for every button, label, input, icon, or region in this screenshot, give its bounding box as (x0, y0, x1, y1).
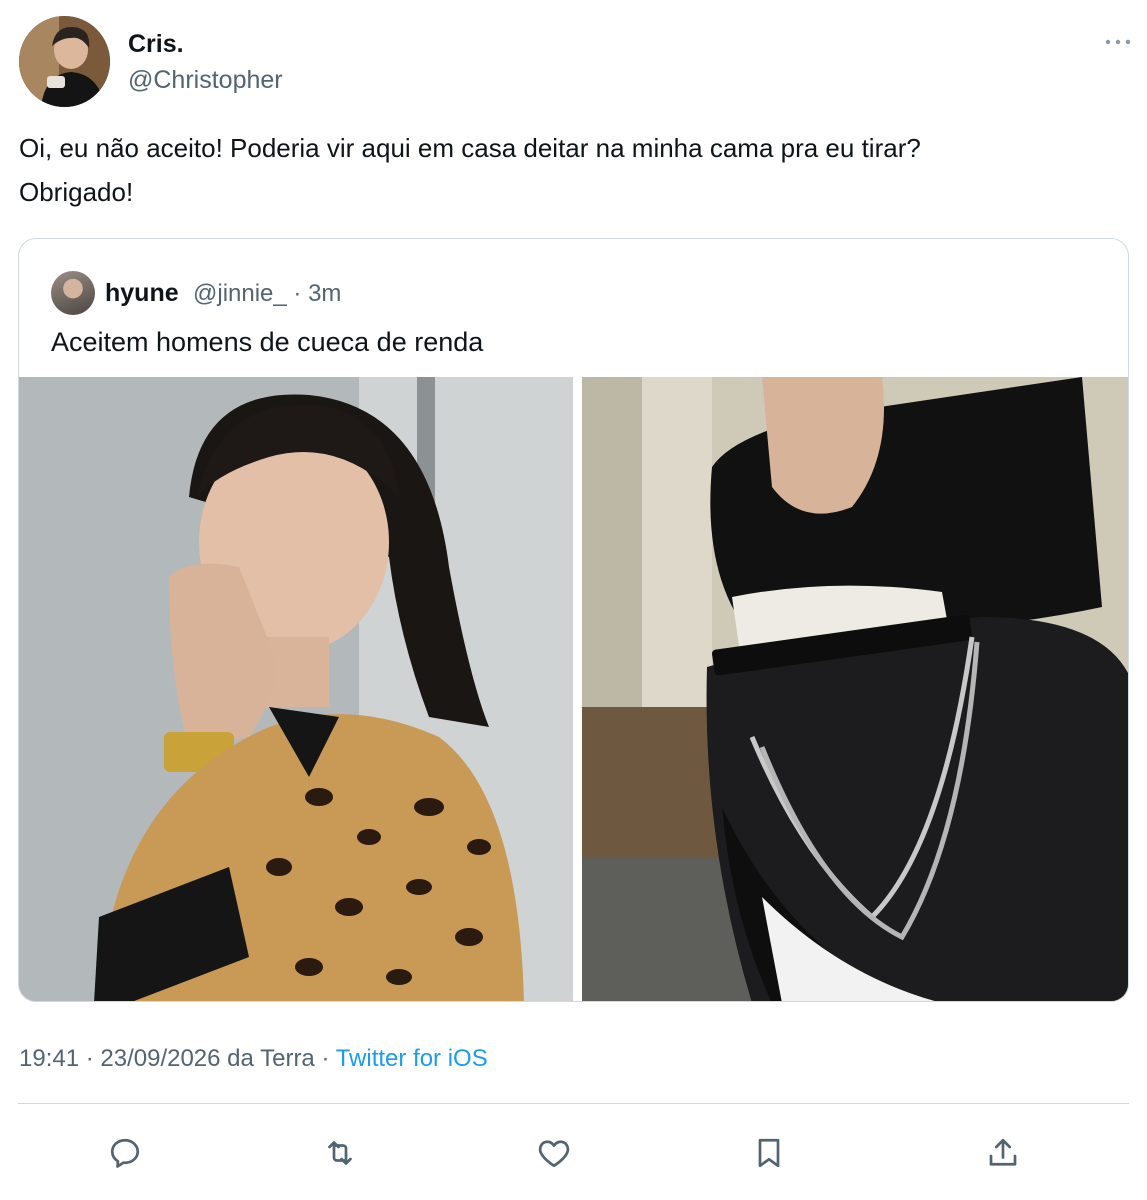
quoted-media-image-2[interactable] (582, 377, 1128, 1001)
tweet-meta: 19:41 · 23/09/2026 da Terra · Twitter fo… (19, 1045, 488, 1073)
quoted-tweet-text: Aceitem homens de cueca de renda (51, 327, 484, 357)
tweet-text-line-2: Obrigado! (19, 177, 134, 207)
reply-icon (110, 1138, 140, 1168)
author-avatar[interactable] (19, 16, 110, 107)
tweet-text-line-1: Oi, eu não aceito! Poderia vir aqui em c… (19, 133, 921, 163)
share-icon (989, 1138, 1017, 1166)
more-horizontal-icon[interactable] (1103, 32, 1133, 52)
divider (18, 1103, 1129, 1104)
tweet-text: Oi, eu não aceito! Poderia vir aqui em c… (19, 126, 1119, 214)
tweet: Cris. @Christopher Oi, eu não aceito! Po… (0, 0, 1147, 1200)
bookmark-button[interactable] (749, 1133, 789, 1173)
like-icon (538, 1140, 570, 1168)
retweet-button[interactable] (320, 1133, 360, 1173)
quoted-author-avatar[interactable] (51, 271, 95, 315)
action-bar (0, 1133, 1147, 1173)
quoted-tweet[interactable]: hyune @jinnie_ · 3m Aceitem homens de cu… (18, 238, 1129, 1002)
tweet-source-link[interactable]: Twitter for iOS (336, 1045, 488, 1072)
retweet-icon (328, 1141, 352, 1165)
author-display-name[interactable]: Cris. (128, 30, 184, 59)
quoted-author-meta: @jinnie_ · 3m (193, 280, 342, 307)
tweet-timestamp[interactable]: 19:41 · 23/09/2026 da Terra · (19, 1045, 336, 1072)
quoted-media-image-1[interactable] (19, 377, 573, 1001)
author-handle[interactable]: @Christopher (128, 66, 283, 95)
like-button[interactable] (534, 1133, 574, 1173)
quoted-author-name[interactable]: hyune (105, 279, 179, 308)
reply-button[interactable] (105, 1133, 145, 1173)
bookmark-icon (758, 1138, 780, 1168)
share-button[interactable] (983, 1133, 1023, 1173)
